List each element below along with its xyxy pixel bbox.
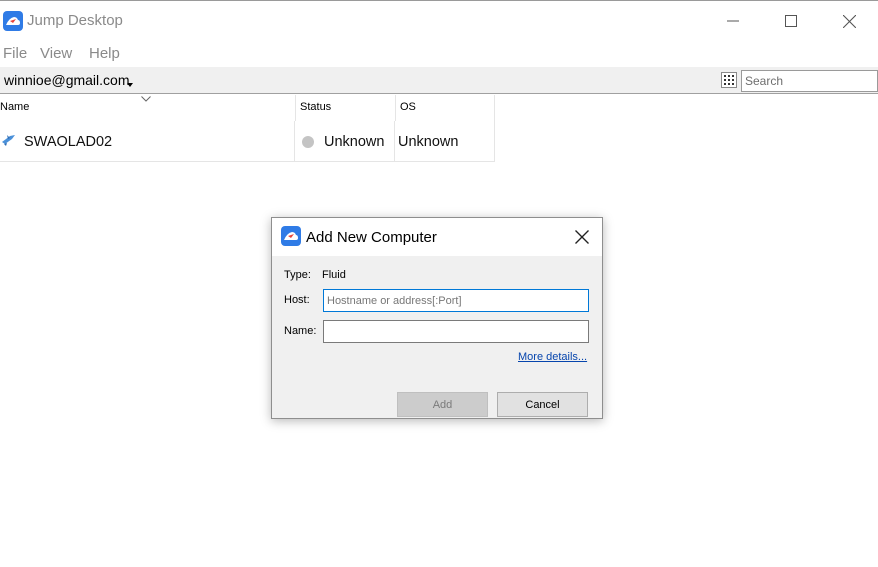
- maximize-button[interactable]: [768, 2, 814, 40]
- column-header-status[interactable]: Status: [295, 95, 394, 121]
- grid-view-icon: [724, 75, 734, 85]
- caret-down-icon[interactable]: [127, 82, 133, 88]
- menu-bar: File View Help: [0, 41, 878, 65]
- column-header-label: Status: [300, 101, 332, 113]
- title-bar[interactable]: Jump Desktop: [0, 2, 878, 40]
- menu-view[interactable]: View: [40, 45, 72, 62]
- dialog-title: Add New Computer: [306, 229, 437, 246]
- grid-view-button[interactable]: [721, 72, 737, 88]
- menu-help[interactable]: Help: [89, 45, 120, 62]
- toolbar: winnioe@gmail.com: [0, 67, 878, 94]
- maximize-icon: [785, 15, 797, 27]
- column-header-os[interactable]: OS: [395, 95, 495, 121]
- add-computer-dialog: Add New Computer Type: Fluid Host: Name:…: [271, 217, 603, 419]
- add-button[interactable]: Add: [397, 392, 488, 417]
- sort-chevron-icon: [141, 96, 151, 102]
- host-label: Host:: [284, 294, 310, 306]
- jump-desktop-logo-icon: [281, 226, 301, 246]
- computer-list: Name Status OS SWAOLAD02 Unknown Unknown: [0, 95, 495, 162]
- app-window: Jump Desktop File View Help winnioe@gmai…: [0, 0, 878, 567]
- computer-icon: [2, 135, 15, 146]
- table-row[interactable]: SWAOLAD02 Unknown Unknown: [0, 121, 495, 162]
- column-header-label: OS: [400, 101, 416, 113]
- window-title: Jump Desktop: [27, 12, 123, 29]
- dialog-title-bar[interactable]: Add New Computer: [272, 218, 602, 256]
- minimize-button[interactable]: [710, 2, 756, 40]
- status-dot-icon: [302, 136, 314, 148]
- search-input[interactable]: [741, 70, 878, 92]
- jump-desktop-logo-icon: [3, 11, 23, 31]
- close-icon: [575, 230, 589, 244]
- account-selector[interactable]: winnioe@gmail.com: [4, 72, 129, 88]
- column-header-label: Name: [0, 101, 30, 113]
- cancel-button[interactable]: Cancel: [497, 392, 588, 417]
- cell-name: SWAOLAD02: [0, 121, 295, 161]
- menu-file[interactable]: File: [3, 45, 27, 62]
- computer-name: SWAOLAD02: [24, 134, 113, 150]
- close-icon: [842, 14, 856, 28]
- name-input[interactable]: [323, 320, 589, 343]
- status-text: Unknown: [324, 134, 385, 150]
- name-label: Name:: [284, 325, 317, 337]
- dialog-close-button[interactable]: [564, 222, 600, 252]
- cell-status: Unknown: [295, 121, 395, 161]
- minimize-icon: [727, 20, 739, 22]
- type-value: Fluid: [322, 269, 346, 281]
- cell-os: Unknown: [395, 121, 495, 161]
- more-details-link[interactable]: More details...: [518, 351, 587, 363]
- type-label: Type:: [284, 269, 311, 281]
- os-text: Unknown: [398, 134, 459, 150]
- host-input[interactable]: [323, 289, 589, 312]
- close-button[interactable]: [826, 2, 872, 40]
